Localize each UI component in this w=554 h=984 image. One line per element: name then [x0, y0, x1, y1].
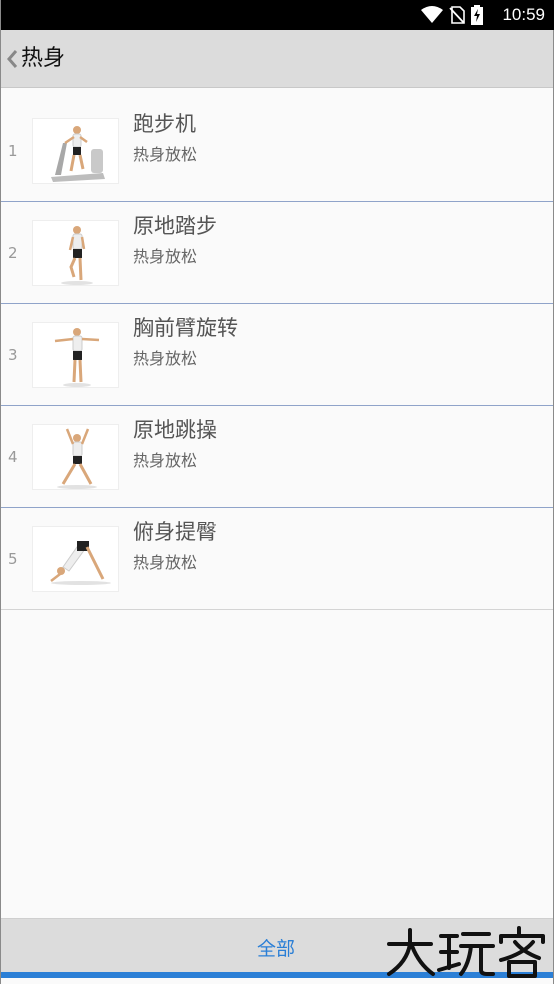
exercise-category: 热身放松	[133, 247, 198, 266]
status-icons	[421, 5, 483, 25]
exercise-list: 1 跑步机 热身放松 2 原地踏步 热身放松 3 胸前臂旋转 热身放松 4 原地…	[1, 100, 553, 610]
marching-figure-image	[61, 226, 93, 285]
list-item[interactable]: 3 胸前臂旋转 热身放松	[1, 304, 553, 406]
exercise-thumbnail	[32, 220, 119, 286]
exercise-thumbnail	[32, 322, 119, 388]
exercise-title: 跑步机	[133, 112, 196, 136]
exercise-thumbnail	[32, 526, 119, 592]
item-index: 4	[8, 448, 18, 466]
wifi-icon	[421, 6, 443, 23]
list-item[interactable]: 5 俯身提臀 热身放松	[1, 508, 553, 610]
downward-dog-figure-image	[50, 541, 111, 585]
exercise-category: 热身放松	[133, 145, 198, 164]
battery-charging-icon	[471, 5, 483, 25]
page-title: 热身	[21, 46, 66, 71]
status-time: 10:59	[502, 5, 545, 24]
jumping-jack-figure-image	[57, 428, 97, 489]
list-item[interactable]: 1 跑步机 热身放松	[1, 100, 553, 202]
item-index: 2	[8, 244, 18, 262]
exercise-category: 热身放松	[133, 349, 198, 368]
item-index: 5	[8, 550, 18, 568]
exercise-thumbnail	[32, 424, 119, 490]
watermark-logo	[387, 926, 545, 978]
item-index: 1	[8, 142, 18, 160]
status-bar: 10:59	[1, 0, 554, 30]
list-item[interactable]: 4 原地跳操 热身放松	[1, 406, 553, 508]
exercise-title: 原地跳操	[133, 418, 217, 442]
exercise-title: 胸前臂旋转	[133, 316, 238, 340]
exercise-thumbnail	[32, 118, 119, 184]
tab-all[interactable]: 全部	[257, 935, 295, 963]
exercise-category: 热身放松	[133, 553, 198, 572]
item-index: 3	[8, 346, 18, 364]
no-sim-icon	[449, 6, 465, 24]
exercise-title: 俯身提臀	[133, 520, 217, 544]
back-chevron-icon[interactable]	[5, 48, 19, 70]
treadmill-figure-image	[51, 126, 105, 182]
exercise-category: 热身放松	[133, 451, 198, 470]
arm-rotation-figure-image	[54, 328, 100, 387]
list-item[interactable]: 2 原地踏步 热身放松	[1, 202, 553, 304]
app-header: 热身	[1, 30, 553, 88]
exercise-title: 原地踏步	[133, 214, 217, 238]
